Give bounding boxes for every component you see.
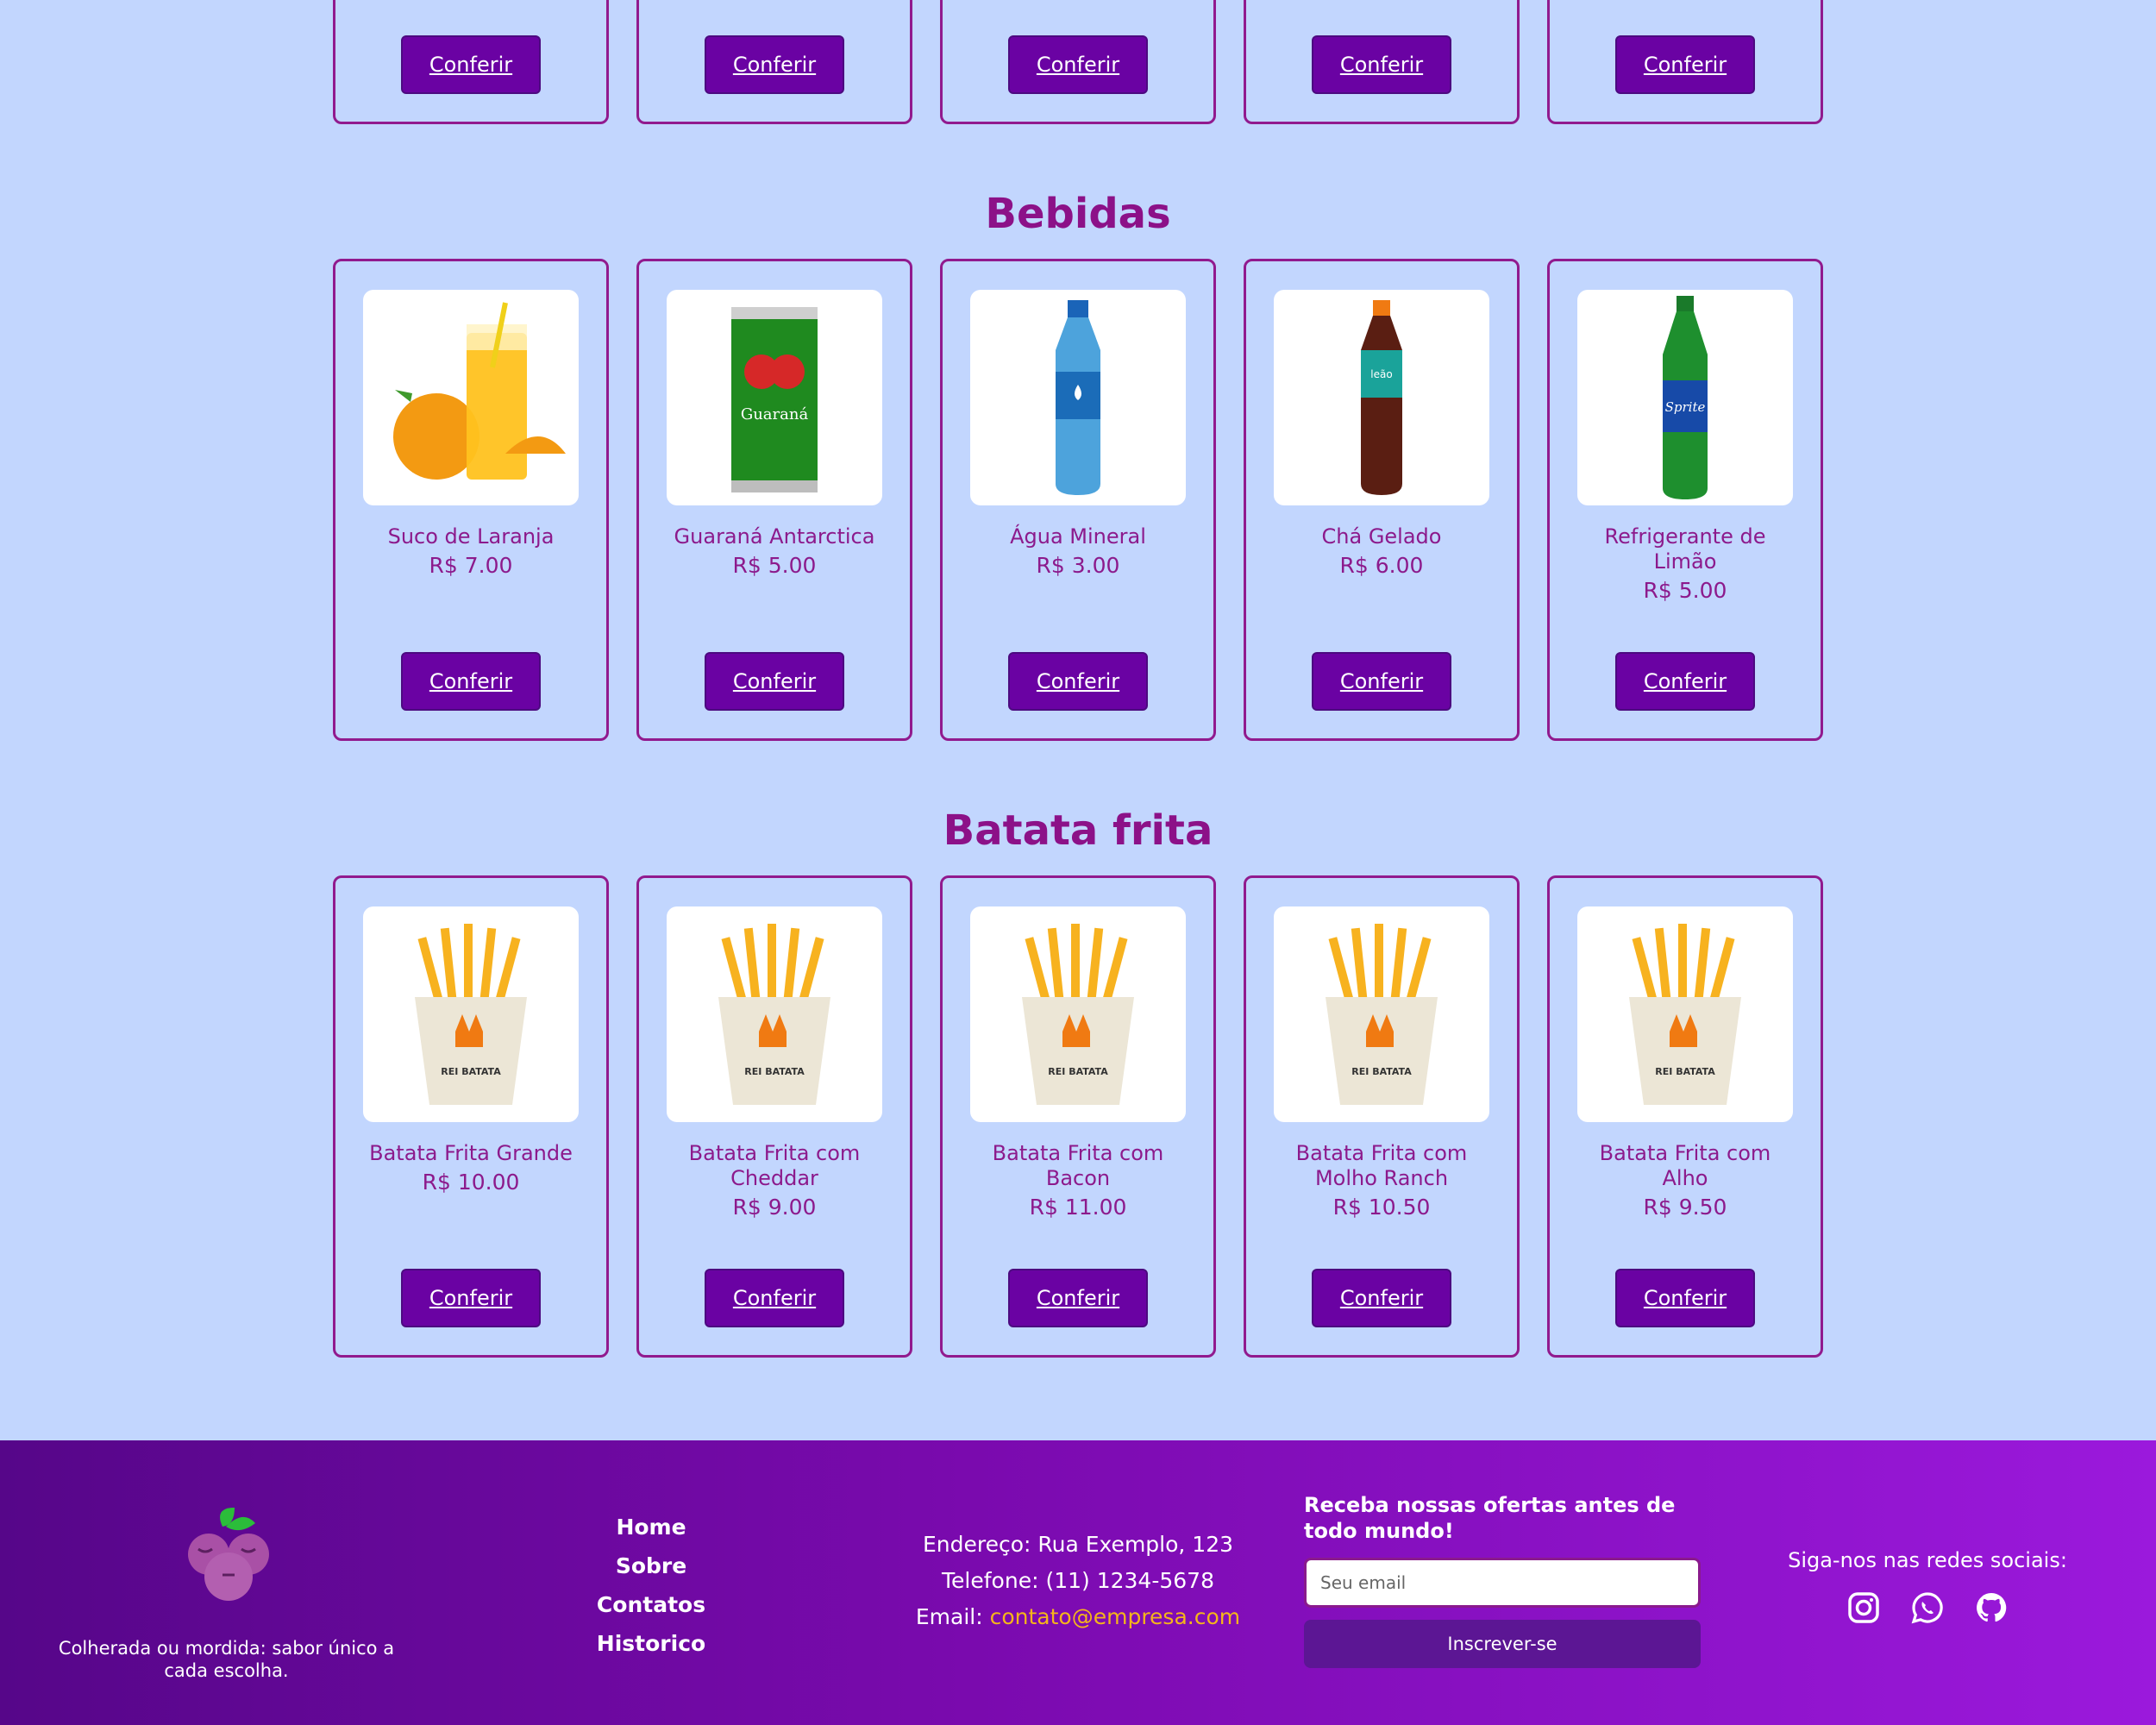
product-name: Água Mineral — [1010, 524, 1146, 549]
site-footer: Colherada ou mordida: sabor único a cada… — [0, 1440, 2156, 1725]
conferir-button[interactable]: Conferir — [1615, 652, 1755, 711]
section-title-batata-frita: Batata frita — [943, 806, 1213, 855]
product-name: Batata Frita Grande — [369, 1141, 573, 1165]
svg-text:REI BATATA: REI BATATA — [1048, 1066, 1108, 1077]
product-price: R$ 9.50 — [1643, 1195, 1727, 1220]
whatsapp-icon[interactable] — [1911, 1591, 1944, 1624]
footer-nav: Home Sobre Contatos Historico — [552, 1508, 750, 1663]
conferir-button[interactable]: Conferir — [1008, 652, 1148, 711]
product-price: R$ 10.00 — [422, 1170, 520, 1195]
svg-text:REI BATATA: REI BATATA — [1351, 1066, 1412, 1077]
svg-text:REI BATATA: REI BATATA — [1655, 1066, 1715, 1077]
product-card: Conferir — [636, 0, 912, 124]
footer-link-historico[interactable]: Historico — [552, 1624, 750, 1663]
product-card: REI BATATA Batata Frita com Molho Ranch … — [1244, 875, 1520, 1358]
conferir-button[interactable]: Conferir — [705, 35, 844, 94]
water-bottle-image — [970, 290, 1186, 505]
product-name: Batata Frita com Alho — [1599, 1141, 1771, 1190]
svg-text:Guaraná: Guaraná — [741, 405, 809, 423]
fries-image: REI BATATA — [1274, 906, 1489, 1122]
footer-email-label: Email: — [915, 1604, 990, 1629]
footer-link-sobre[interactable]: Sobre — [552, 1546, 750, 1585]
newsletter-email-input[interactable] — [1304, 1558, 1701, 1608]
product-card: leão Chá Gelado R$ 6.00 Conferir — [1244, 259, 1520, 741]
product-price: R$ 6.00 — [1339, 553, 1424, 578]
section-title-bebidas: Bebidas — [985, 190, 1171, 238]
product-price: R$ 9.00 — [732, 1195, 817, 1220]
iced-tea-bottle-image: leão — [1274, 290, 1489, 505]
conferir-button[interactable]: Conferir — [401, 35, 541, 94]
fries-image: REI BATATA — [363, 906, 579, 1122]
product-card: REI BATATA Batata Frita com Bacon R$ 11.… — [940, 875, 1216, 1358]
product-name: Batata Frita com Molho Ranch — [1295, 1141, 1468, 1190]
newsletter-subscribe-button[interactable]: Inscrever-se — [1304, 1620, 1701, 1668]
conferir-button[interactable]: Conferir — [1008, 35, 1148, 94]
conferir-button[interactable]: Conferir — [1615, 1269, 1755, 1327]
conferir-button[interactable]: Conferir — [705, 1269, 844, 1327]
footer-contact: Endereço: Rua Exemplo, 123 Telefone: (11… — [897, 1527, 1259, 1635]
fries-image: REI BATATA — [1577, 906, 1793, 1122]
instagram-icon[interactable] — [1847, 1591, 1880, 1624]
footer-link-home[interactable]: Home — [552, 1508, 750, 1546]
github-icon[interactable] — [1975, 1591, 2008, 1624]
product-card: Conferir — [1244, 0, 1520, 124]
product-card: REI BATATA Batata Frita com Cheddar R$ 9… — [636, 875, 912, 1358]
fries-image: REI BATATA — [970, 906, 1186, 1122]
fries-image: REI BATATA — [667, 906, 882, 1122]
conferir-button[interactable]: Conferir — [401, 1269, 541, 1327]
product-price: R$ 11.00 — [1029, 1195, 1127, 1220]
product-name: Refrigerante de Limão — [1604, 524, 1766, 574]
product-card: REI BATATA Batata Frita com Alho R$ 9.50… — [1547, 875, 1823, 1358]
product-price: R$ 7.00 — [429, 553, 513, 578]
footer-email-link[interactable]: contato@empresa.com — [990, 1604, 1241, 1629]
product-price: R$ 5.00 — [1643, 578, 1727, 603]
footer-link-contatos[interactable]: Contatos — [552, 1585, 750, 1624]
conferir-button[interactable]: Conferir — [1312, 35, 1451, 94]
svg-text:Sprite: Sprite — [1665, 399, 1706, 415]
product-name: Chá Gelado — [1321, 524, 1442, 549]
product-card: Suco de Laranja R$ 7.00 Conferir — [333, 259, 609, 741]
conferir-button[interactable]: Conferir — [401, 652, 541, 711]
svg-text:leão: leão — [1370, 368, 1392, 380]
svg-text:REI BATATA: REI BATATA — [744, 1066, 805, 1077]
footer-address: Endereço: Rua Exemplo, 123 — [922, 1532, 1234, 1557]
product-name: Batata Frita com Cheddar — [688, 1141, 861, 1190]
product-card: REI BATATA Batata Frita Grande R$ 10.00 … — [333, 875, 609, 1358]
soda-can-image: Guaraná — [667, 290, 882, 505]
product-card: Água Mineral R$ 3.00 Conferir — [940, 259, 1216, 741]
conferir-button[interactable]: Conferir — [1615, 35, 1755, 94]
product-price: R$ 3.00 — [1036, 553, 1120, 578]
product-name: Batata Frita com Bacon — [992, 1141, 1164, 1190]
brand-logo-icon — [172, 1501, 285, 1616]
svg-text:REI BATATA: REI BATATA — [441, 1066, 501, 1077]
footer-phone: Telefone: (11) 1234-5678 — [942, 1568, 1214, 1593]
product-card: Sprite Refrigerante de Limão R$ 5.00 Con… — [1547, 259, 1823, 741]
product-card: Guaraná Guaraná Antarctica R$ 5.00 Confe… — [636, 259, 912, 741]
orange-juice-image — [363, 290, 579, 505]
product-name: Suco de Laranja — [387, 524, 555, 549]
social-title: Siga-nos nas redes sociais: — [1788, 1548, 2067, 1572]
conferir-button[interactable]: Conferir — [705, 652, 844, 711]
footer-social: Siga-nos nas redes sociais: — [1777, 1548, 2078, 1624]
conferir-button[interactable]: Conferir — [1312, 1269, 1451, 1327]
footer-tagline: Colherada ou mordida: sabor único a cada… — [58, 1638, 395, 1681]
newsletter-title: Receba nossas ofertas antes de todo mund… — [1304, 1493, 1676, 1543]
product-price: R$ 10.50 — [1332, 1195, 1431, 1220]
product-name: Guaraná Antarctica — [674, 524, 875, 549]
conferir-button[interactable]: Conferir — [1312, 652, 1451, 711]
product-card: Conferir — [333, 0, 609, 124]
product-price: R$ 5.00 — [732, 553, 817, 578]
conferir-button[interactable]: Conferir — [1008, 1269, 1148, 1327]
newsletter: Receba nossas ofertas antes de todo mund… — [1304, 1492, 1702, 1668]
lemon-soda-bottle-image: Sprite — [1577, 290, 1793, 505]
footer-email-line: Email: contato@empresa.com — [897, 1599, 1259, 1635]
product-card: Conferir — [1547, 0, 1823, 124]
product-card: Conferir — [940, 0, 1216, 124]
